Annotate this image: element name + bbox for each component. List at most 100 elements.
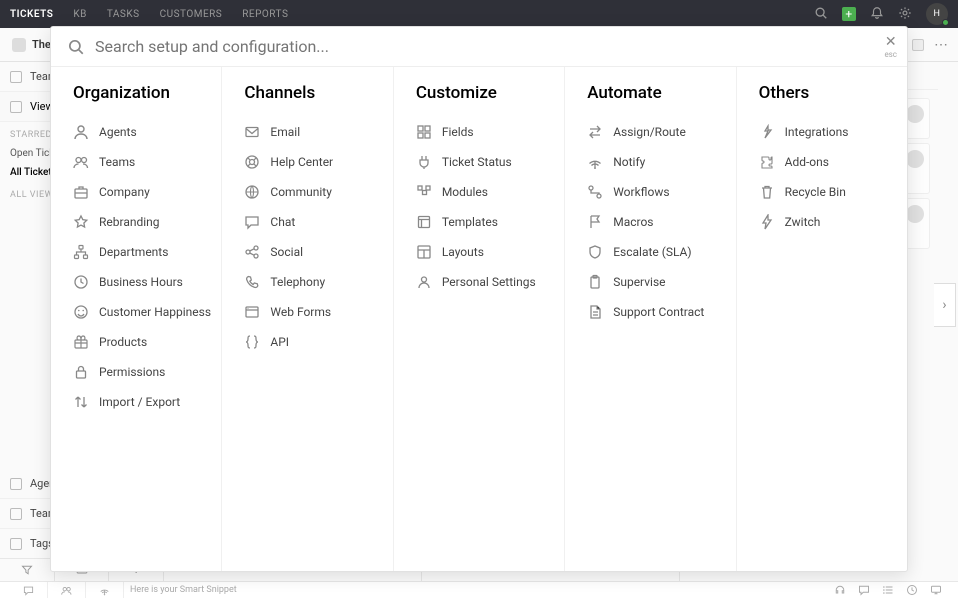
setup-link-label: Recycle Bin [785,185,846,199]
category-column: CustomizeFieldsTicket StatusModulesTempl… [394,67,565,571]
setup-link[interactable]: Email [244,117,382,147]
sidebar-tool-funnel[interactable] [0,559,55,581]
users-icon [73,154,89,170]
setup-link[interactable]: Social [244,237,382,267]
category-header: Channels [244,83,382,103]
setup-link[interactable]: Permissions [73,357,211,387]
setup-link-label: Support Contract [613,305,704,319]
setup-link[interactable]: Modules [416,177,554,207]
search-icon[interactable] [814,6,828,23]
kanban-toggle[interactable] [912,39,924,51]
scroll-right-button[interactable]: › [934,283,956,327]
squares-icon [416,184,432,200]
overlay-search-input[interactable] [95,37,867,56]
tray-contacts-icon[interactable] [48,582,86,598]
setup-link[interactable]: Departments [73,237,211,267]
user-icon [73,124,89,140]
setup-link-label: Integrations [785,125,849,139]
setup-link[interactable]: Recycle Bin [759,177,897,207]
setup-link[interactable]: Assign/Route [587,117,725,147]
setup-link[interactable]: Chat [244,207,382,237]
setup-link[interactable]: Rebranding [73,207,211,237]
doc-icon [587,304,603,320]
setup-link-label: Email [270,125,300,139]
setup-link[interactable]: Import / Export [73,387,211,417]
setup-link[interactable]: Help Center [244,147,382,177]
setup-link[interactable]: Web Forms [244,297,382,327]
setup-link[interactable]: Fields [416,117,554,147]
setup-link[interactable]: Telephony [244,267,382,297]
tray-channels-icon[interactable] [86,582,124,598]
category-header: Automate [587,83,725,103]
gift-icon [73,334,89,350]
setup-link[interactable]: Macros [587,207,725,237]
share-icon [244,244,260,260]
setup-link[interactable]: Templates [416,207,554,237]
setup-link-label: Rebranding [99,215,160,229]
tray-list-icon[interactable] [876,582,900,598]
setup-link[interactable]: Customer Happiness [73,297,211,327]
shield-icon [587,244,603,260]
setup-link-label: Add-ons [785,155,829,169]
setup-link-label: Products [99,335,147,349]
bottom-tray: Here is your Smart Snippet [0,581,958,598]
tray-chat2-icon[interactable] [852,582,876,598]
setup-link-label: Chat [270,215,295,229]
chat-icon [244,214,260,230]
setup-link[interactable]: Notify [587,147,725,177]
workflow-icon [587,184,603,200]
swap-icon [73,394,89,410]
tray-headset-icon[interactable] [828,582,852,598]
more-menu[interactable]: ⋯ [934,37,948,53]
signal-icon [587,154,603,170]
setup-link-label: Assign/Route [613,125,686,139]
setup-search-overlay: ✕ esc Organization AgentsTeams Company Rebr… [50,26,908,572]
tray-recent-icon[interactable] [900,582,924,598]
setup-link[interactable]: Business Hours [73,267,211,297]
nav-customers[interactable]: CUSTOMERS [160,9,223,20]
category-column: Automate Assign/Route Notify WorkflowsMacro… [565,67,736,571]
setup-link[interactable]: Add-ons [759,147,897,177]
setup-link-label: Community [270,185,331,199]
setup-link[interactable]: Escalate (SLA) [587,237,725,267]
setup-link-label: Permissions [99,365,165,379]
setup-link-label: API [270,335,289,349]
tray-classic-icon[interactable] [924,582,948,598]
setup-link[interactable]: Products [73,327,211,357]
nav-tickets[interactable]: TICKETS [10,9,53,20]
setup-link[interactable]: Community [244,177,382,207]
setup-link-label: Personal Settings [442,275,536,289]
category-column: Organization AgentsTeams Company Rebranding… [51,67,222,571]
setup-link[interactable]: Workflows [587,177,725,207]
close-button[interactable]: ✕ esc [884,35,897,59]
clipboard-icon [587,274,603,290]
notifications-icon[interactable] [870,6,884,23]
setup-link[interactable]: API [244,327,382,357]
setup-link[interactable]: Personal Settings [416,267,554,297]
flash-icon [759,214,775,230]
setup-link[interactable]: Company [73,177,211,207]
braces-icon [244,334,260,350]
setup-link[interactable]: Ticket Status [416,147,554,177]
setup-link[interactable]: Integrations [759,117,897,147]
setup-link-label: Business Hours [99,275,183,289]
setup-link[interactable]: Agents [73,117,211,147]
nav-tasks[interactable]: TASKS [107,9,140,20]
user-avatar[interactable]: H [926,3,948,25]
setup-link[interactable]: Support Contract [587,297,725,327]
nav-reports[interactable]: REPORTS [242,9,288,20]
setup-link[interactable]: Zwitch [759,207,897,237]
setup-link-label: Notify [613,155,645,169]
setup-link-label: Company [99,185,150,199]
plug2-icon [759,124,775,140]
setup-link[interactable]: Layouts [416,237,554,267]
category-header: Organization [73,83,211,103]
setup-link[interactable]: Supervise [587,267,725,297]
clock-icon [73,274,89,290]
nav-kb[interactable]: KB [73,9,87,20]
settings-icon[interactable] [898,6,912,23]
add-button[interactable]: + [842,7,856,21]
category-column: Channels Email Help Center Community Chat Soc… [222,67,393,571]
tray-chat-icon[interactable] [10,582,48,598]
setup-link[interactable]: Teams [73,147,211,177]
